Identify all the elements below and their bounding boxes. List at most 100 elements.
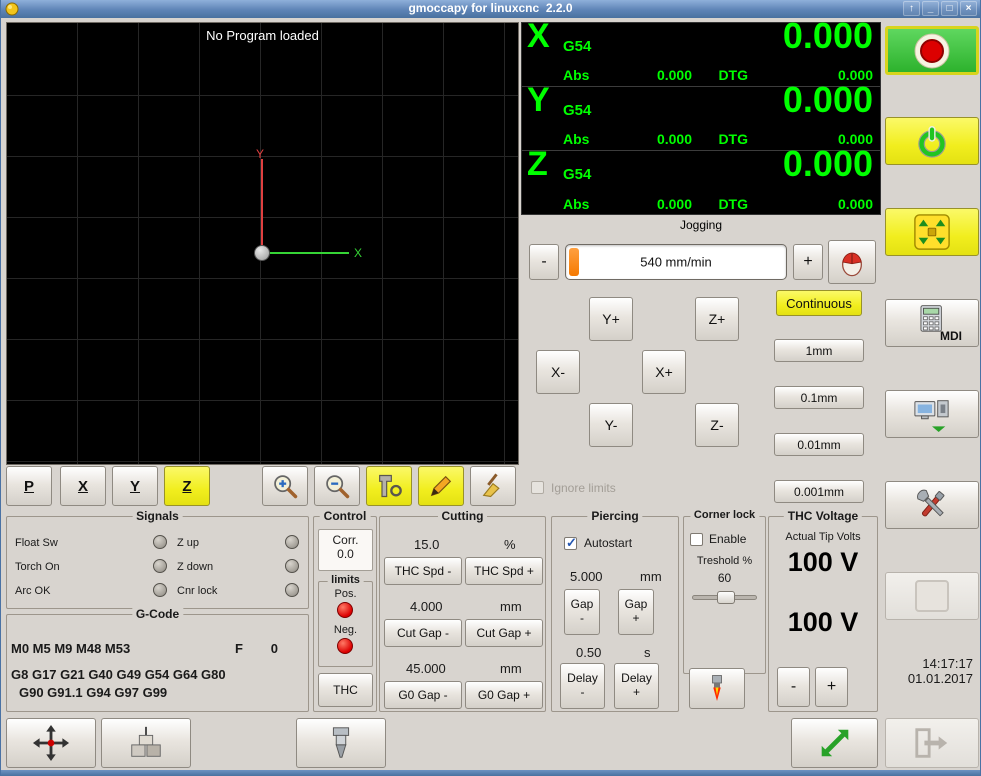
- jog-mode-continuous-button[interactable]: Continuous: [776, 290, 862, 316]
- tool-marker: [254, 245, 270, 261]
- corner-lock-enable-checkbox[interactable]: [690, 533, 703, 546]
- cut-gap-minus-button[interactable]: Cut Gap -: [384, 619, 462, 647]
- dtg-label: DTG: [718, 67, 748, 83]
- edit-program-button[interactable]: [418, 466, 464, 506]
- window-title: gmoccapy for linuxcnc 2.2.0: [408, 1, 573, 15]
- torch-button[interactable]: [689, 668, 745, 709]
- torch-icon: [712, 674, 722, 701]
- jog-increment-01mm-button[interactable]: 0.1mm: [774, 386, 864, 409]
- window-shade-button[interactable]: ↑: [903, 1, 920, 16]
- signals-title: Signals: [132, 509, 183, 523]
- zoom-in-icon: [274, 475, 298, 499]
- dro-axis-z[interactable]: Z G54 0.000 Abs 0.000 DTG 0.000: [522, 143, 880, 215]
- gap-plus-sign: +: [632, 611, 640, 625]
- pierce-delay-minus-button[interactable]: Delay -: [560, 663, 605, 709]
- tool-measure-button[interactable]: [101, 718, 191, 768]
- volts-plus-button[interactable]: +: [815, 667, 848, 707]
- ignore-limits-checkbox[interactable]: [531, 481, 544, 494]
- jog-z-plus-button[interactable]: Z+: [695, 297, 739, 341]
- fullscreen-button[interactable]: [791, 718, 878, 768]
- corner-lock-title: Corner lock: [689, 509, 760, 521]
- mdi-mode-button[interactable]: MDI: [885, 299, 979, 347]
- clear-plot-button[interactable]: [470, 466, 516, 506]
- thc-speed-plus-button[interactable]: THC Spd +: [465, 557, 543, 585]
- gremlin-preview[interactable]: No Program loaded Y X: [6, 22, 519, 465]
- settings-button[interactable]: [885, 481, 979, 529]
- tool-dimensions-button[interactable]: [366, 466, 412, 506]
- jog-increment-1mm-button[interactable]: 1mm: [774, 339, 864, 362]
- jog-speed-slider[interactable]: 540 mm/min: [565, 244, 787, 280]
- threshold-slider[interactable]: [692, 591, 757, 604]
- mdi-label: MDI: [940, 329, 962, 343]
- estop-button[interactable]: [885, 26, 979, 75]
- feed-value: 0: [270, 641, 278, 656]
- zoom-in-button[interactable]: [262, 466, 308, 506]
- thc-button[interactable]: THC: [318, 673, 373, 707]
- float-sw-label: Float Sw: [15, 537, 58, 549]
- back-button[interactable]: [885, 718, 979, 768]
- window-controls: ↑ _ □ ×: [903, 1, 977, 16]
- threshold-slider-thumb[interactable]: [717, 591, 735, 604]
- g0-gap-minus-button[interactable]: G0 Gap -: [384, 681, 462, 709]
- gmoccapy-window: { "titlebar": { "title": "gmoccapy for l…: [0, 0, 981, 776]
- pos-limit-led: [337, 602, 353, 618]
- g0-gap-value: 45.000: [406, 661, 446, 676]
- dro-axis-x[interactable]: X G54 0.000 Abs 0.000 DTG 0.000: [522, 15, 880, 87]
- jog-speed-plus-button[interactable]: +: [793, 244, 823, 280]
- jog-speed-value: 540 mm/min: [640, 254, 712, 270]
- view-y-button[interactable]: Y: [112, 466, 158, 506]
- thc-speed-minus-button[interactable]: THC Spd -: [384, 557, 462, 585]
- x-axis-line: [263, 252, 349, 254]
- jog-speed-popup-button[interactable]: [828, 240, 876, 284]
- volts-minus-button[interactable]: -: [777, 667, 810, 707]
- zoom-out-button[interactable]: [314, 466, 360, 506]
- auto-mode-button[interactable]: [885, 390, 979, 438]
- expand-arrows-icon: [821, 729, 848, 757]
- jog-y-minus-button[interactable]: Y-: [589, 403, 633, 447]
- manual-mode-button[interactable]: [885, 208, 979, 256]
- machine-on-button[interactable]: [885, 117, 979, 165]
- cut-gap-plus-button[interactable]: Cut Gap +: [465, 619, 543, 647]
- dtg-value: 0.000: [837, 196, 873, 212]
- machine-computer-icon: [914, 400, 949, 433]
- torch-on-led: [153, 559, 167, 573]
- pierce-delay-value: 0.50: [576, 645, 602, 660]
- jog-speed-minus-button[interactable]: -: [529, 244, 559, 280]
- coord-system: G54: [563, 166, 592, 183]
- jog-x-plus-button[interactable]: X+: [642, 350, 686, 394]
- view-z-button[interactable]: Z: [164, 466, 210, 506]
- setup-page-button[interactable]: [885, 572, 979, 620]
- window-close-button[interactable]: ×: [960, 1, 977, 16]
- active-gcodes-line2: G90 G91.1 G94 G97 G99: [19, 685, 168, 700]
- corr-value: 0.0: [337, 547, 354, 561]
- axis-letter: X: [527, 17, 550, 55]
- window-minimize-button[interactable]: _: [922, 1, 939, 16]
- delay-label: Delay: [621, 671, 652, 686]
- jog-increment-0001mm-button[interactable]: 0.001mm: [774, 480, 864, 503]
- correction-display: Corr. 0.0: [318, 529, 373, 571]
- pierce-gap-plus-button[interactable]: Gap +: [618, 589, 654, 635]
- pierce-delay-plus-button[interactable]: Delay +: [614, 663, 659, 709]
- autostart-checkbox[interactable]: [564, 535, 577, 551]
- target-volts-value: 100 V: [787, 607, 859, 637]
- g0-gap-plus-button[interactable]: G0 Gap +: [465, 681, 543, 709]
- touch-off-button[interactable]: [6, 718, 96, 768]
- delay-label: Delay: [567, 671, 598, 686]
- dro-axis-y[interactable]: Y G54 0.000 Abs 0.000 DTG 0.000: [522, 79, 880, 151]
- view-x-button[interactable]: X: [60, 466, 106, 506]
- jogging-panel: Jogging - 540 mm/min + Continuous Y+ Z+ …: [521, 218, 881, 512]
- window-maximize-button[interactable]: □: [941, 1, 958, 16]
- jog-x-minus-button[interactable]: X-: [536, 350, 580, 394]
- jog-increment-001mm-button[interactable]: 0.01mm: [774, 433, 864, 456]
- pierce-gap-minus-button[interactable]: Gap -: [564, 589, 600, 635]
- dro-panel[interactable]: X G54 0.000 Abs 0.000 DTG 0.000 Y G54 0.…: [521, 15, 881, 215]
- z-down-led: [285, 559, 299, 573]
- spindle-tool-button[interactable]: [296, 718, 386, 768]
- jog-z-minus-button[interactable]: Z-: [695, 403, 739, 447]
- thc-speed-unit: %: [504, 537, 516, 552]
- piercing-frame: Piercing Autostart 5.000 mm Gap - Gap + …: [551, 509, 679, 712]
- x-axis-label: X: [354, 246, 363, 260]
- pos-limit-label: Pos.: [334, 588, 357, 600]
- jog-y-plus-button[interactable]: Y+: [589, 297, 633, 341]
- view-perspective-button[interactable]: P: [6, 466, 52, 506]
